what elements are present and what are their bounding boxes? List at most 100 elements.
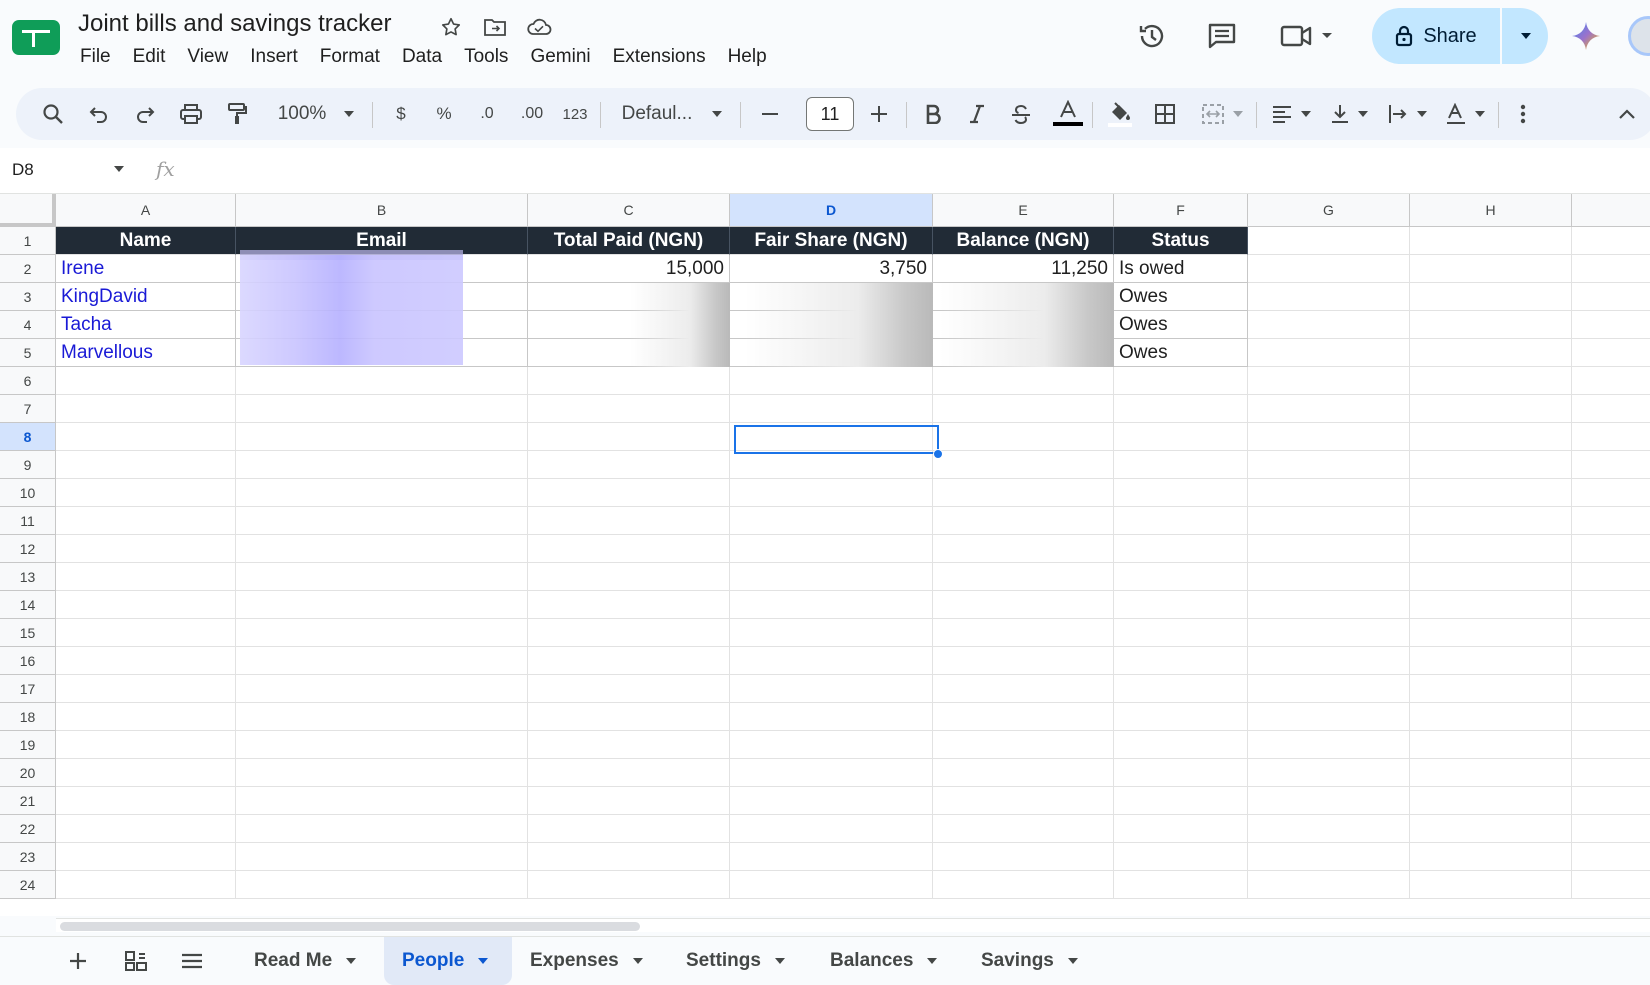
menu-edit[interactable]: Edit — [122, 46, 177, 68]
empty-cell[interactable] — [1572, 479, 1650, 507]
empty-cell[interactable] — [1114, 507, 1248, 535]
column-header-next[interactable] — [1572, 194, 1650, 227]
empty-cell[interactable] — [1410, 619, 1572, 647]
empty-cell[interactable] — [1572, 535, 1650, 563]
version-history-icon[interactable] — [1134, 18, 1170, 54]
empty-cell[interactable] — [56, 759, 236, 787]
empty-cell[interactable] — [1410, 423, 1572, 451]
empty-cell[interactable] — [933, 395, 1114, 423]
empty-cell[interactable] — [56, 647, 236, 675]
empty-cell[interactable] — [1572, 311, 1650, 339]
meet-video-icon[interactable] — [1278, 18, 1342, 54]
empty-cell[interactable] — [730, 563, 933, 591]
empty-cell[interactable] — [1410, 815, 1572, 843]
empty-cell[interactable] — [1114, 451, 1248, 479]
empty-cell[interactable] — [1410, 843, 1572, 871]
empty-cell[interactable] — [730, 675, 933, 703]
cell-name[interactable]: Irene — [56, 255, 236, 283]
sheet-tab-expenses[interactable]: Expenses — [512, 937, 661, 985]
empty-cell[interactable] — [1114, 367, 1248, 395]
decrease-decimal-button[interactable]: .0 — [470, 88, 504, 140]
menu-file[interactable]: File — [80, 46, 122, 68]
empty-cell[interactable] — [1572, 423, 1650, 451]
empty-cell[interactable] — [1248, 731, 1410, 759]
row-header[interactable]: 12 — [0, 535, 56, 563]
empty-cell[interactable] — [933, 759, 1114, 787]
empty-cell[interactable] — [933, 871, 1114, 899]
row-header[interactable]: 14 — [0, 591, 56, 619]
empty-cell[interactable] — [236, 479, 528, 507]
sheet-tab-settings[interactable]: Settings — [668, 937, 803, 985]
currency-format-button[interactable]: $ — [384, 88, 418, 140]
row-header[interactable]: 11 — [0, 507, 56, 535]
empty-cell[interactable] — [1410, 871, 1572, 899]
empty-cell[interactable] — [933, 703, 1114, 731]
account-avatar[interactable] — [1628, 16, 1650, 56]
empty-cell[interactable] — [1572, 227, 1650, 255]
empty-cell[interactable] — [1410, 731, 1572, 759]
menu-view[interactable]: View — [176, 46, 239, 68]
chevron-down-icon[interactable] — [1067, 958, 1078, 964]
empty-cell[interactable] — [1248, 227, 1410, 255]
fill-color-button[interactable] — [1100, 88, 1140, 140]
empty-cell[interactable] — [56, 423, 236, 451]
empty-cell[interactable] — [236, 423, 528, 451]
chevron-down-icon[interactable] — [112, 164, 126, 174]
row-header[interactable]: 9 — [0, 451, 56, 479]
row-header[interactable]: 4 — [0, 311, 56, 339]
empty-cell[interactable] — [1248, 563, 1410, 591]
empty-cell[interactable] — [1410, 451, 1572, 479]
empty-cell[interactable] — [1248, 311, 1410, 339]
menu-extensions[interactable]: Extensions — [602, 46, 717, 68]
row-header[interactable]: 17 — [0, 675, 56, 703]
column-header-e[interactable]: E — [933, 194, 1114, 227]
cell-total-paid[interactable]: 15,000 — [528, 255, 730, 283]
menu-insert[interactable]: Insert — [239, 46, 309, 68]
empty-cell[interactable] — [730, 451, 933, 479]
empty-cell[interactable] — [1248, 787, 1410, 815]
row-header[interactable]: 20 — [0, 759, 56, 787]
empty-cell[interactable] — [933, 591, 1114, 619]
spreadsheet-grid[interactable]: A B C D E F G H 1 2 3 4 5 6 7 8 9 10 11 12 13 14 15 16 1… — [0, 194, 1650, 916]
empty-cell[interactable] — [1410, 395, 1572, 423]
empty-cell[interactable] — [1572, 563, 1650, 591]
share-button[interactable]: Share — [1372, 8, 1502, 64]
empty-cell[interactable] — [1572, 759, 1650, 787]
empty-cell[interactable] — [1410, 703, 1572, 731]
header-cell-name[interactable]: Name — [56, 227, 236, 255]
empty-cell[interactable] — [528, 535, 730, 563]
undo-icon[interactable] — [82, 88, 116, 140]
empty-cell[interactable] — [236, 871, 528, 899]
paint-format-icon[interactable] — [220, 88, 254, 140]
row-header[interactable]: 18 — [0, 703, 56, 731]
row-header[interactable]: 21 — [0, 787, 56, 815]
empty-cell[interactable] — [933, 367, 1114, 395]
empty-cell[interactable] — [236, 451, 528, 479]
redo-icon[interactable] — [128, 88, 162, 140]
vertical-align-button[interactable] — [1324, 88, 1374, 140]
empty-cell[interactable] — [730, 815, 933, 843]
empty-cell[interactable] — [1410, 759, 1572, 787]
empty-cell[interactable] — [1410, 591, 1572, 619]
chevron-down-icon[interactable] — [927, 958, 938, 964]
empty-cell[interactable] — [1410, 255, 1572, 283]
cell-balance[interactable]: 11,250 — [933, 255, 1114, 283]
empty-cell[interactable] — [1114, 675, 1248, 703]
row-header[interactable]: 2 — [0, 255, 56, 283]
empty-cell[interactable] — [933, 507, 1114, 535]
column-header-f[interactable]: F — [1114, 194, 1248, 227]
cell-fair-share[interactable]: 3,750 — [730, 255, 933, 283]
merge-cells-button[interactable] — [1192, 88, 1252, 140]
empty-cell[interactable] — [1114, 843, 1248, 871]
column-header-g[interactable]: G — [1248, 194, 1410, 227]
add-sheet-icon[interactable] — [60, 937, 96, 985]
increase-decimal-button[interactable]: .00 — [513, 88, 551, 140]
empty-cell[interactable] — [56, 787, 236, 815]
print-icon[interactable] — [174, 88, 208, 140]
active-cell-selection[interactable] — [734, 425, 939, 454]
empty-cell[interactable] — [730, 395, 933, 423]
cloud-saved-icon[interactable] — [526, 14, 552, 40]
empty-cell[interactable] — [56, 843, 236, 871]
cell-name[interactable]: KingDavid — [56, 283, 236, 311]
empty-cell[interactable] — [56, 675, 236, 703]
